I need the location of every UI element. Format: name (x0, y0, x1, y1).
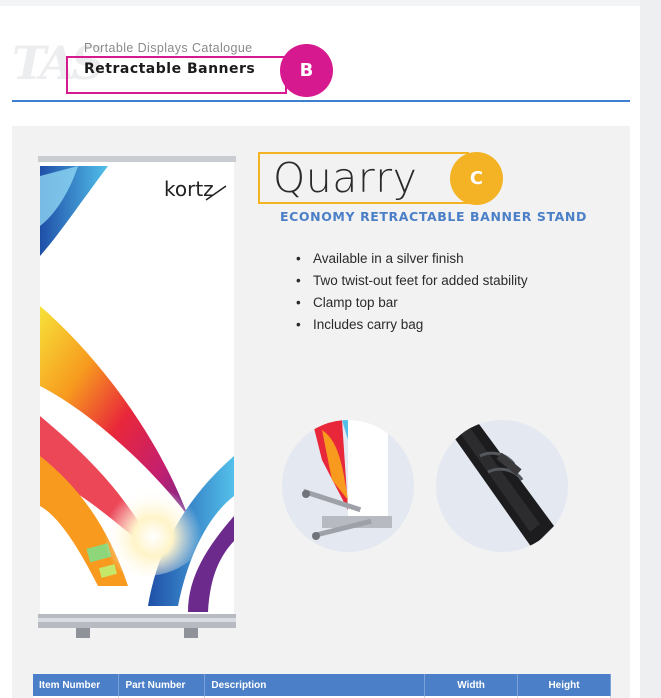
section-title: Retractable Banners (84, 61, 256, 77)
catalogue-page: TAS Portable Displays Catalogue Retracta… (0, 6, 640, 698)
spec-table: Item Number Part Number Description Widt… (33, 674, 611, 698)
catalogue-title: Portable Displays Catalogue (84, 41, 253, 55)
table-header-row: Item Number Part Number Description Widt… (33, 674, 611, 696)
carry-bag-image (436, 420, 568, 552)
banner-brand-text: kortz (164, 177, 214, 201)
col-width: Width (424, 674, 519, 696)
feature-item: Two twist-out feet for added stability (296, 272, 528, 294)
col-item-number: Item Number (33, 674, 120, 696)
annotation-badge-b: B (280, 44, 333, 97)
feature-item: Clamp top bar (296, 294, 528, 316)
header-divider (12, 100, 630, 102)
feature-item: Includes carry bag (296, 316, 528, 338)
col-description: Description (204, 674, 426, 696)
banner-stand-image: kortz (38, 156, 236, 640)
col-height: Height (517, 674, 611, 696)
col-part-number: Part Number (118, 674, 206, 696)
annotation-badge-c: C (450, 152, 503, 205)
viewer-margin (640, 0, 661, 698)
feature-list: Available in a silver finish Two twist-o… (296, 250, 528, 338)
twist-out-feet-image (282, 420, 414, 552)
product-subtitle: ECONOMY RETRACTABLE BANNER STAND (280, 209, 587, 224)
feature-item: Available in a silver finish (296, 250, 528, 272)
product-name: Quarry (273, 154, 418, 202)
